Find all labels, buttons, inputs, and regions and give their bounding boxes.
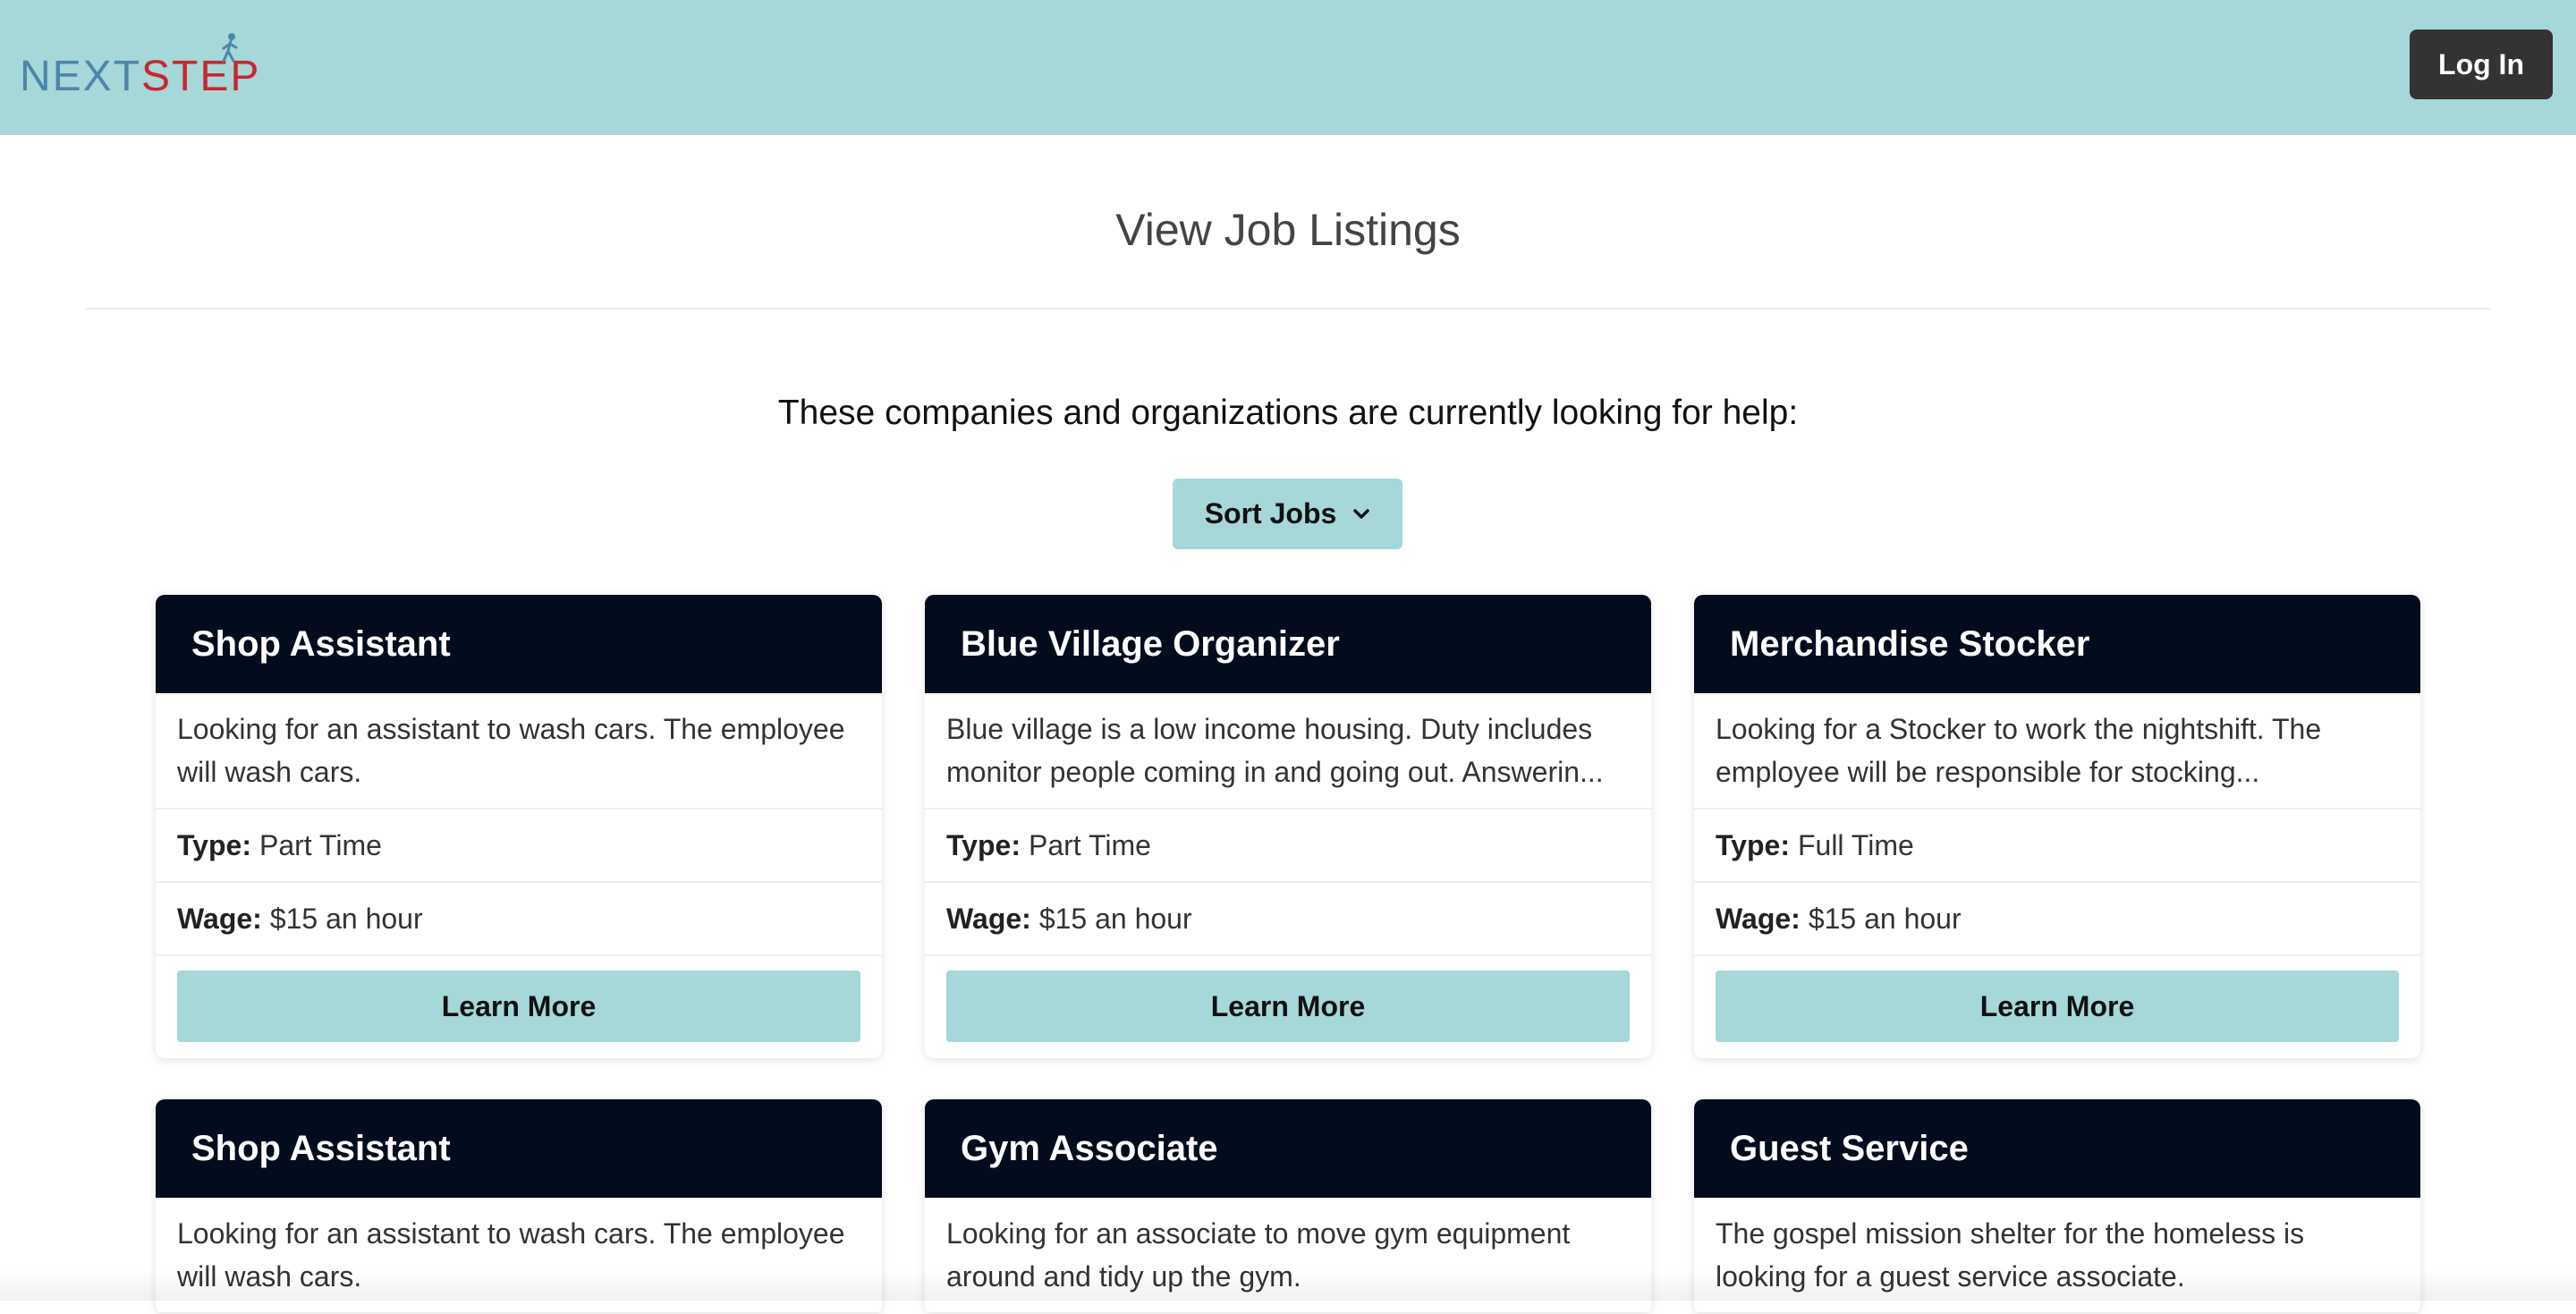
login-button[interactable]: Log In — [2410, 30, 2553, 99]
job-type-value: Part Time — [1028, 828, 1151, 861]
job-card: Shop Assistant Looking for an assistant … — [156, 595, 882, 1058]
job-title: Guest Service — [1694, 1099, 2420, 1198]
logo-step-text: STEP — [141, 53, 261, 100]
learn-more-button[interactable]: Learn More — [946, 971, 1630, 1042]
job-title: Gym Associate — [925, 1099, 1651, 1198]
job-description: Looking for an assistant to wash cars. T… — [177, 713, 845, 788]
job-wage-value: $15 an hour — [1808, 902, 1962, 935]
job-wage-value: $15 an hour — [1038, 902, 1192, 935]
page-subtitle: These companies and organizations are cu… — [777, 394, 1799, 432]
nextstep-logo[interactable]: NEXT STEP — [20, 33, 261, 100]
sort-jobs-dropdown[interactable]: Sort Jobs — [1173, 479, 1402, 549]
job-type-value: Full Time — [1797, 828, 1914, 861]
job-card: Merchandise Stocker Looking for a Stocke… — [1694, 595, 2420, 1058]
scroll-fade — [0, 1270, 2576, 1301]
job-wage-row: Wage: $15 an hour — [156, 883, 882, 956]
walking-person-icon — [222, 33, 238, 63]
job-wage-label: Wage: — [1716, 902, 1801, 935]
chevron-down-icon — [1353, 508, 1370, 519]
job-wage-row: Wage: $15 an hour — [925, 883, 1651, 956]
job-type-row: Type: Part Time — [156, 810, 882, 883]
job-wage-value: $15 an hour — [269, 902, 423, 935]
learn-more-button[interactable]: Learn More — [177, 971, 860, 1042]
navbar: NEXT STEP Log In — [0, 0, 2576, 135]
job-wage-row: Wage: $15 an hour — [1694, 883, 2420, 956]
job-description: Looking for a Stocker to work the nights… — [1716, 713, 2322, 788]
job-type-row: Type: Full Time — [1694, 810, 2420, 883]
job-title: Shop Assistant — [156, 1099, 882, 1198]
job-wage-label: Wage: — [946, 902, 1031, 935]
job-type-label: Type: — [946, 828, 1021, 861]
job-type-label: Type: — [177, 828, 251, 861]
logo-next-text: NEXT — [20, 53, 142, 100]
job-description: Blue village is a low income housing. Du… — [946, 713, 1604, 788]
job-card: Blue Village Organizer Blue village is a… — [925, 595, 1651, 1058]
job-type-value: Part Time — [258, 828, 382, 861]
learn-more-button[interactable]: Learn More — [1716, 971, 2399, 1042]
job-title: Merchandise Stocker — [1694, 595, 2420, 693]
job-title: Blue Village Organizer — [925, 595, 1651, 693]
job-wage-label: Wage: — [177, 902, 262, 935]
sort-jobs-label: Sort Jobs — [1204, 497, 1337, 530]
job-type-row: Type: Part Time — [925, 810, 1651, 883]
job-title: Shop Assistant — [156, 595, 882, 693]
job-type-label: Type: — [1716, 828, 1790, 861]
page-title: View Job Listings — [1115, 205, 1461, 255]
title-divider — [85, 308, 2491, 309]
